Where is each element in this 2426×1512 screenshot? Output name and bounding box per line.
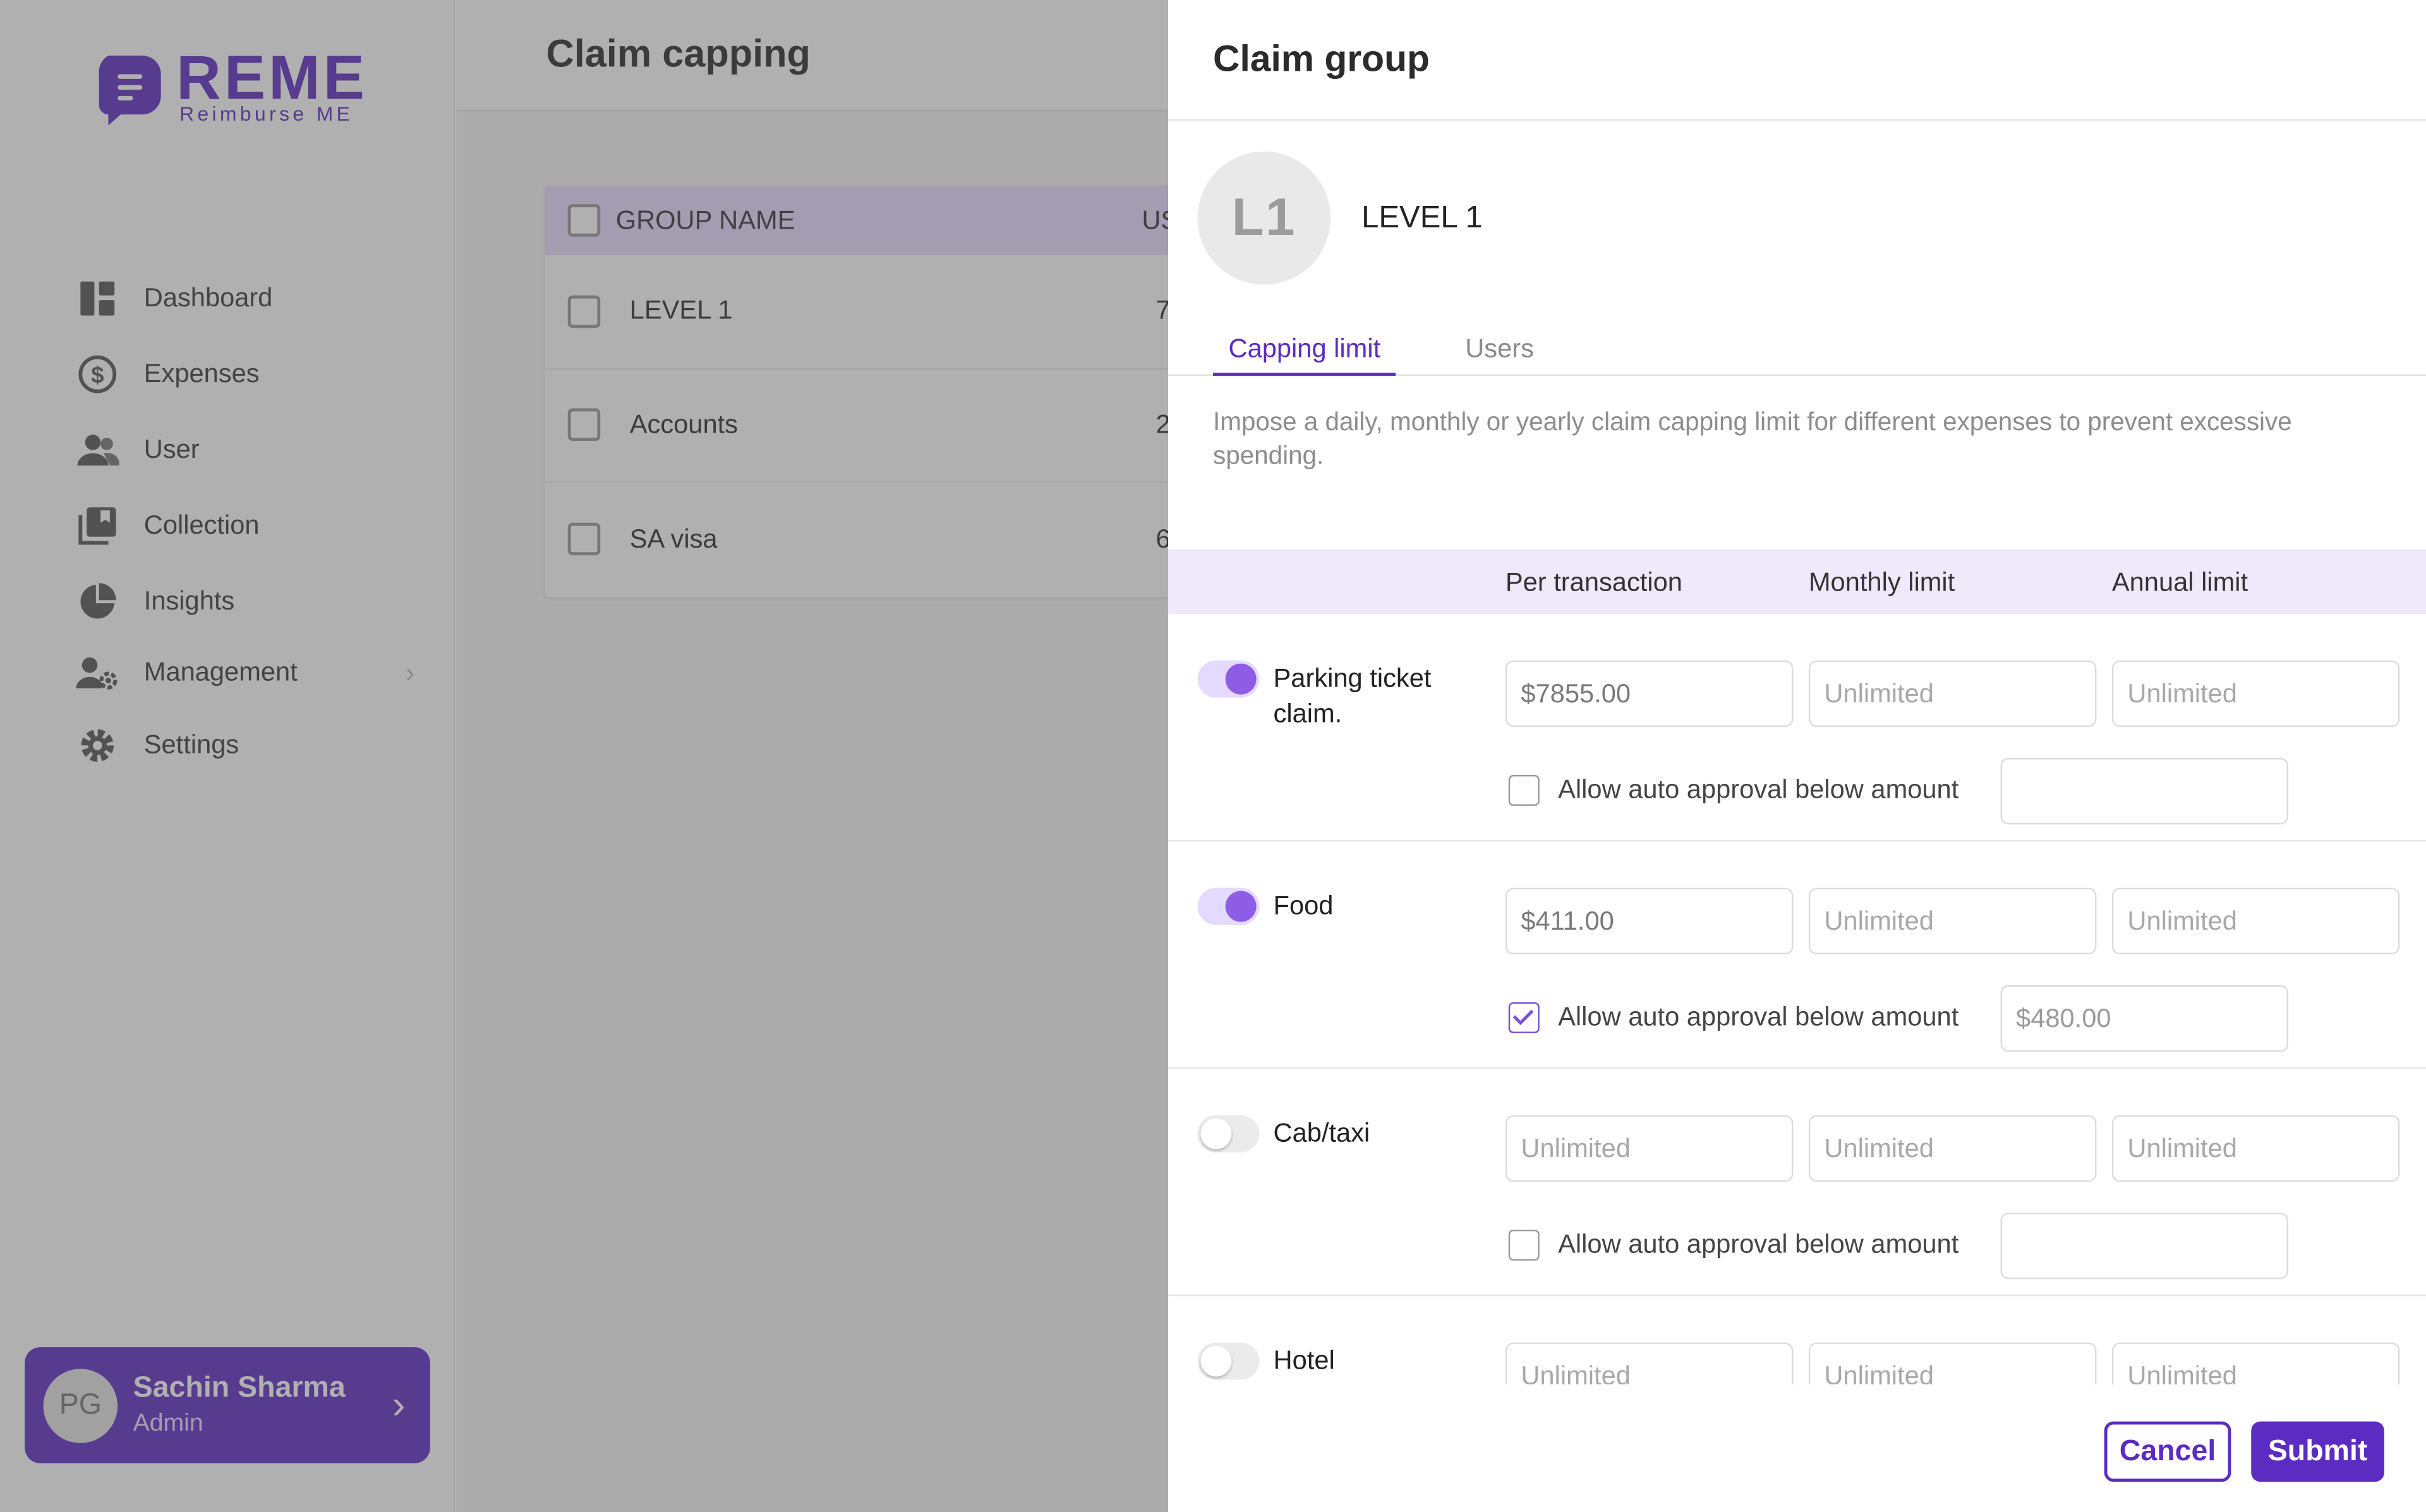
auto-approval-amount-input[interactable] bbox=[2000, 758, 2289, 825]
expense-row-parking: Parking ticket claim. $7855.00 Unlimited… bbox=[1168, 614, 2426, 842]
expense-row-food: Food $411.00 Unlimited Unlimited Allow a… bbox=[1168, 841, 2426, 1069]
auto-approval-label: Allow auto approval below amount bbox=[1558, 774, 1959, 805]
expense-toggle[interactable] bbox=[1197, 1115, 1260, 1153]
auto-approval-amount-input[interactable]: $480.00 bbox=[2000, 985, 2289, 1052]
limits-column-header: Per transaction Monthly limit Annual lim… bbox=[1168, 549, 2426, 615]
per-transaction-input[interactable]: Unlimited bbox=[1505, 1342, 1794, 1384]
modal-backdrop[interactable] bbox=[0, 0, 1168, 1512]
monthly-limit-input[interactable]: Unlimited bbox=[1808, 660, 2097, 728]
tab-users[interactable]: Users bbox=[1450, 334, 1550, 376]
expense-toggle[interactable] bbox=[1197, 1342, 1260, 1380]
auto-approval-checkbox[interactable] bbox=[1508, 1002, 1540, 1033]
auto-approval-amount-input[interactable] bbox=[2000, 1213, 2289, 1280]
expense-name: Hotel bbox=[1273, 1345, 1335, 1376]
annual-limit-input[interactable]: Unlimited bbox=[2111, 1115, 2400, 1182]
submit-button[interactable]: Submit bbox=[2251, 1421, 2384, 1482]
column-per-transaction: Per transaction bbox=[1505, 567, 1682, 597]
auto-approval-option: Allow auto approval below amount bbox=[1508, 1229, 1959, 1261]
drawer-tabs: Capping limit Users bbox=[1168, 318, 2426, 376]
annual-limit-input[interactable]: Unlimited bbox=[2111, 660, 2400, 728]
auto-approval-label: Allow auto approval below amount bbox=[1558, 1229, 1959, 1259]
tab-capping-limit[interactable]: Capping limit bbox=[1213, 334, 1396, 376]
per-transaction-input[interactable]: Unlimited bbox=[1505, 1115, 1794, 1182]
auto-approval-label: Allow auto approval below amount bbox=[1558, 1002, 1959, 1032]
per-transaction-input[interactable]: $411.00 bbox=[1505, 887, 1794, 955]
expense-row-hotel: Hotel Unlimited Unlimited Unlimited bbox=[1168, 1296, 2426, 1384]
expense-toggle[interactable] bbox=[1197, 887, 1260, 925]
group-summary: L1 LEVEL 1 bbox=[1197, 152, 1483, 285]
column-annual-limit: Annual limit bbox=[2111, 567, 2248, 597]
auto-approval-option: Allow auto approval below amount bbox=[1508, 1002, 1959, 1033]
expense-name: Food bbox=[1273, 891, 1334, 921]
drawer-header: Claim group bbox=[1168, 0, 2426, 121]
expense-name: Parking ticket claim. bbox=[1273, 663, 1432, 729]
annual-limit-input[interactable]: Unlimited bbox=[2111, 887, 2400, 955]
monthly-limit-input[interactable]: Unlimited bbox=[1808, 1115, 2097, 1182]
per-transaction-input[interactable]: $7855.00 bbox=[1505, 660, 1794, 728]
monthly-limit-input[interactable]: Unlimited bbox=[1808, 1342, 2097, 1384]
drawer-title: Claim group bbox=[1213, 38, 1430, 80]
annual-limit-input[interactable]: Unlimited bbox=[2111, 1342, 2400, 1384]
expense-limits-list: Parking ticket claim. $7855.00 Unlimited… bbox=[1168, 614, 2426, 1384]
auto-approval-checkbox[interactable] bbox=[1508, 1229, 1540, 1261]
group-name: LEVEL 1 bbox=[1361, 200, 1483, 235]
auto-approval-option: Allow auto approval below amount bbox=[1508, 774, 1959, 806]
claim-group-drawer: Claim group L1 LEVEL 1 Capping limit Use… bbox=[1168, 0, 2426, 1512]
group-avatar: L1 bbox=[1197, 152, 1331, 285]
monthly-limit-input[interactable]: Unlimited bbox=[1808, 887, 2097, 955]
capping-description: Impose a daily, monthly or yearly claim … bbox=[1213, 408, 2292, 471]
auto-approval-checkbox[interactable] bbox=[1508, 774, 1540, 806]
expense-row-cab: Cab/taxi Unlimited Unlimited Unlimited A… bbox=[1168, 1069, 2426, 1297]
column-monthly-limit: Monthly limit bbox=[1808, 567, 1955, 597]
expense-toggle[interactable] bbox=[1197, 660, 1260, 698]
expense-name: Cab/taxi bbox=[1273, 1118, 1370, 1148]
cancel-button[interactable]: Cancel bbox=[2104, 1421, 2231, 1482]
